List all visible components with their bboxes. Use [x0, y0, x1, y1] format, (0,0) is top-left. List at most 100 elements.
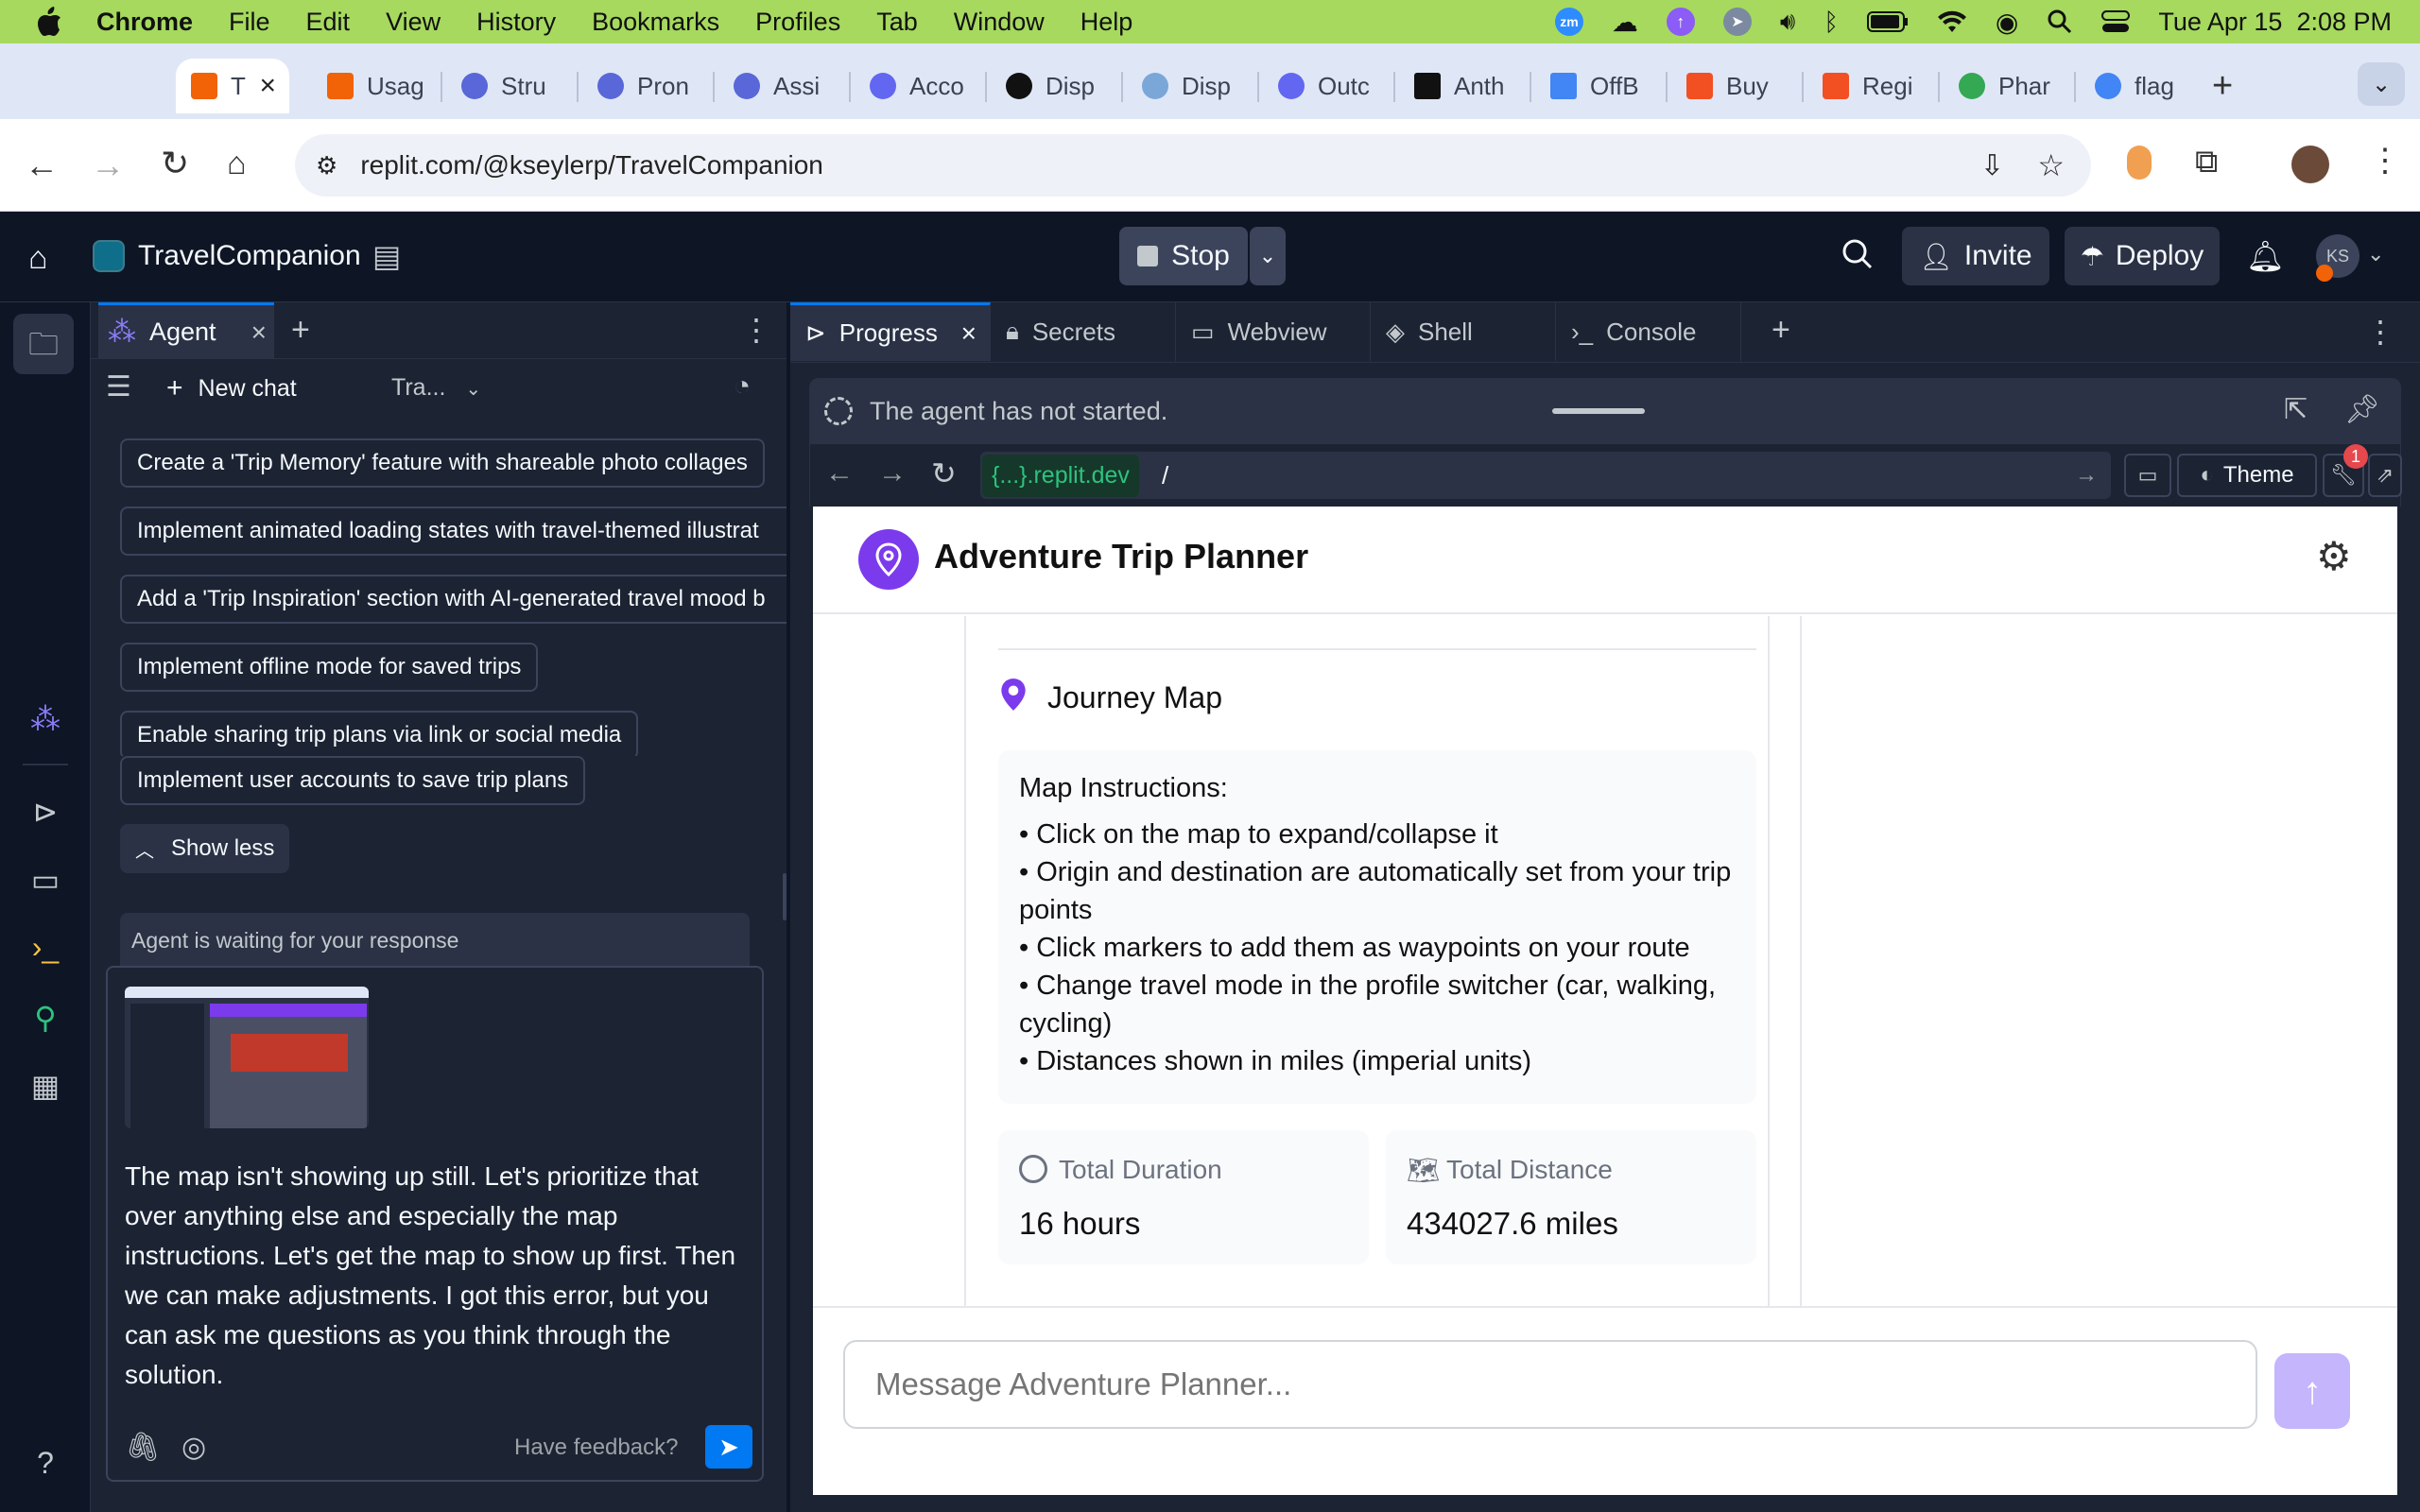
forward-icon[interactable]: →	[91, 146, 125, 185]
path-text[interactable]: /	[1162, 461, 1168, 490]
suggestion-chip[interactable]: Add a 'Trip Inspiration' section with AI…	[120, 575, 786, 624]
menu-view[interactable]: View	[386, 8, 441, 37]
browser-tab[interactable]: flag	[2080, 59, 2197, 113]
drag-handle[interactable]	[1552, 408, 1645, 414]
theme-button[interactable]: ◐ Theme	[2177, 454, 2317, 497]
profile-avatar[interactable]	[2291, 146, 2329, 183]
device-icon[interactable]: ▭	[2124, 454, 2171, 497]
notifications-bell-icon[interactable]: 🔔︎	[2246, 238, 2285, 274]
menu-app-name[interactable]: Chrome	[96, 8, 193, 37]
tab-console[interactable]: ›_ Console	[1556, 302, 1741, 361]
suggestion-chip[interactable]: Create a 'Trip Memory' feature with shar…	[120, 438, 765, 488]
chrome-menu-icon[interactable]: ⋮	[2369, 142, 2401, 180]
agent-icon[interactable]: ⁂	[26, 701, 64, 739]
search-icon[interactable]	[1841, 238, 1874, 275]
extensions-puzzle-icon[interactable]: ⧉	[2195, 144, 2218, 180]
site-info-icon[interactable]: ⚙	[316, 151, 337, 180]
battery-icon[interactable]	[1866, 11, 1909, 32]
attached-screenshot-thumbnail[interactable]	[125, 987, 369, 1128]
home-icon[interactable]: ⌂	[227, 146, 247, 182]
target-icon[interactable]: ◎	[182, 1431, 206, 1464]
deploy-button[interactable]: ☂ Deploy	[2065, 227, 2220, 285]
browser-tab-active[interactable]: T ×	[176, 59, 289, 113]
deployments-icon[interactable]: ⚲	[26, 1000, 64, 1038]
browser-tab[interactable]: Anth	[1399, 59, 1516, 113]
add-tab-icon[interactable]: +	[291, 312, 310, 349]
zoom-icon[interactable]: zm	[1554, 8, 1583, 36]
creative-cloud-icon[interactable]: ☁	[1612, 7, 1638, 38]
account-chevron-down-icon[interactable]: ⌄	[2367, 242, 2384, 266]
bluetooth-icon[interactable]: ᛒ	[1824, 8, 1839, 37]
chat-history-icon[interactable]: ☰	[106, 370, 131, 404]
progress-icon[interactable]: ⊳	[26, 794, 64, 832]
tab-shell[interactable]: ◈ Shell	[1371, 302, 1556, 361]
spotlight-search-icon[interactable]	[2047, 9, 2073, 35]
help-icon[interactable]: ?	[26, 1446, 64, 1484]
panel-resize-handle[interactable]	[783, 873, 786, 920]
chat-selector[interactable]: Tra... ⌄	[391, 374, 481, 402]
suggestion-chip[interactable]: Implement user accounts to save trip pla…	[120, 756, 586, 805]
usage-gauge-icon[interactable]: ◔	[734, 370, 751, 403]
tab-secrets[interactable]: 🔒︎ Secrets	[991, 302, 1176, 361]
wifi-icon[interactable]	[1937, 9, 1967, 34]
browser-tab[interactable]: Disp	[1127, 59, 1244, 113]
send-button[interactable]: ➤	[705, 1425, 752, 1469]
browser-tab[interactable]: Assi	[718, 59, 836, 113]
upload-status-icon[interactable]: ↑	[1666, 8, 1695, 36]
suggestion-chip[interactable]: Implement animated loading states with t…	[120, 507, 786, 556]
menu-window[interactable]: Window	[954, 8, 1045, 37]
stop-button[interactable]: Stop	[1119, 227, 1248, 285]
attach-icon[interactable]: 🖇︎	[125, 1431, 161, 1464]
browser-tab[interactable]: Outc	[1263, 59, 1380, 113]
close-icon[interactable]: ×	[251, 318, 267, 348]
message-composer[interactable]: The map isn't showing up still. Let's pr…	[106, 966, 764, 1482]
project-name[interactable]: TravelCompanion	[138, 240, 361, 272]
reload-icon[interactable]: ↻	[931, 455, 957, 491]
new-tab-icon[interactable]: +	[2212, 66, 2233, 107]
new-chat-button[interactable]: + New chat	[166, 372, 297, 404]
user-switch-icon[interactable]: ◉	[1996, 7, 2018, 38]
forward-icon[interactable]: →	[878, 457, 907, 490]
show-less-button[interactable]: ︿ Show less	[120, 824, 290, 873]
install-app-icon[interactable]: ⇩	[1980, 149, 2004, 182]
control-center-icon[interactable]	[2101, 9, 2131, 34]
more-options-icon[interactable]: ⋮	[2365, 314, 2395, 350]
menu-bookmarks[interactable]: Bookmarks	[592, 8, 719, 37]
webview-url-field[interactable]: {...}.replit.dev / →	[980, 452, 2111, 499]
agent-tab[interactable]: ⁂ Agent ×	[98, 302, 274, 359]
browser-tab[interactable]: OffB	[1535, 59, 1652, 113]
console-icon[interactable]: ›_	[26, 930, 64, 968]
browser-tab[interactable]: Usag	[312, 59, 429, 113]
browser-tab[interactable]: Disp	[991, 59, 1108, 113]
suggestion-chip[interactable]: Implement offline mode for saved trips	[120, 643, 539, 692]
feedback-link[interactable]: Have feedback?	[514, 1435, 678, 1461]
menu-profiles[interactable]: Profiles	[755, 8, 840, 37]
menu-history[interactable]: History	[476, 8, 556, 37]
tab-search-icon[interactable]: ⌄	[2358, 62, 2405, 106]
back-icon[interactable]: ←	[25, 146, 59, 185]
message-input[interactable]	[843, 1340, 2257, 1429]
browser-tab[interactable]: Phar	[1944, 59, 2061, 113]
close-tab-icon[interactable]: ×	[259, 70, 276, 102]
expand-icon[interactable]: ⇱	[2284, 393, 2308, 426]
browser-tab[interactable]: Stru	[446, 59, 563, 113]
browser-tab[interactable]: Pron	[582, 59, 700, 113]
files-icon[interactable]: 🗀︎	[13, 314, 74, 374]
address-bar[interactable]: ⚙ replit.com/@kseylerp/TravelCompanion ⇩…	[295, 134, 2091, 197]
message-text[interactable]: The map isn't showing up still. Let's pr…	[125, 1157, 749, 1395]
settings-gear-icon[interactable]: ⚙	[2316, 533, 2352, 579]
reload-icon[interactable]: ↻	[161, 144, 189, 183]
browser-tab[interactable]: Acco	[855, 59, 972, 113]
home-icon[interactable]: ⌂	[28, 240, 48, 277]
more-options-icon[interactable]: ⋮	[741, 312, 771, 348]
menu-file[interactable]: File	[229, 8, 270, 37]
invite-button[interactable]: 👤︎ Invite	[1902, 227, 2049, 285]
project-info-icon[interactable]: ▤	[372, 238, 401, 274]
url-text[interactable]: replit.com/@kseylerp/TravelCompanion	[360, 150, 823, 180]
browser-tab[interactable]: Buy	[1671, 59, 1789, 113]
bookmark-star-icon[interactable]: ☆	[2037, 147, 2065, 183]
menu-edit[interactable]: Edit	[306, 8, 351, 37]
run-options-button[interactable]: ⌄	[1250, 227, 1286, 285]
menu-tab[interactable]: Tab	[876, 8, 918, 37]
extension-icon[interactable]	[2127, 146, 2152, 180]
